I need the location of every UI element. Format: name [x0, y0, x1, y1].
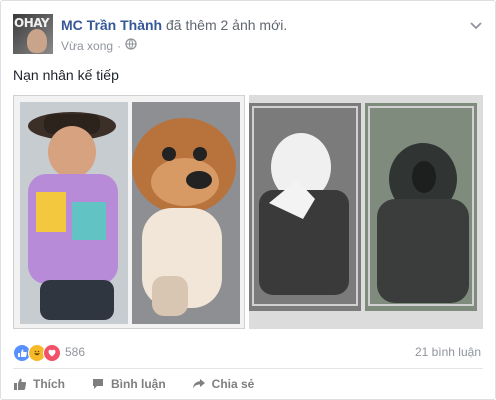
like-button[interactable]: Thích [13, 377, 65, 391]
share-icon [192, 377, 206, 391]
comment-icon [91, 377, 105, 391]
meta-separator: · [117, 38, 122, 53]
avatar-face [27, 29, 47, 53]
post-stats: 586 21 bình luận [13, 341, 483, 363]
comments-count[interactable]: 21 bình luận [415, 345, 481, 359]
post-header: OHAY MC Trần Thành đã thêm 2 ảnh mới. Vừ… [13, 14, 483, 58]
photo-1[interactable] [13, 95, 245, 329]
author-name[interactable]: MC Trần Thành [61, 17, 162, 33]
like-label: Thích [33, 377, 65, 391]
comment-button[interactable]: Bình luận [91, 377, 166, 391]
post-card: OHAY MC Trần Thành đã thêm 2 ảnh mới. Vừ… [0, 0, 496, 400]
post-text: Nạn nhân kế tiếp [13, 67, 119, 83]
post-actions: Thích Bình luận Chia sẻ [13, 372, 483, 396]
post-timestamp[interactable]: Vừa xong [61, 39, 113, 53]
reaction-count[interactable]: 586 [65, 345, 85, 359]
post-meta: Vừa xong · [61, 38, 137, 53]
comment-label: Bình luận [111, 377, 166, 391]
reaction-icons[interactable] [13, 344, 61, 362]
post-action-text: đã thêm 2 ảnh mới. [166, 17, 288, 33]
love-icon [43, 344, 61, 362]
photo-2[interactable] [249, 95, 483, 329]
avatar-watermark: OHAY [14, 16, 50, 30]
author-avatar[interactable]: OHAY [13, 14, 53, 54]
thumbs-up-icon [13, 377, 27, 391]
share-button[interactable]: Chia sẻ [192, 377, 255, 391]
globe-icon[interactable] [125, 38, 137, 53]
share-label: Chia sẻ [211, 377, 255, 391]
post-media [13, 95, 483, 329]
author-line: MC Trần Thành đã thêm 2 ảnh mới. [61, 17, 287, 33]
actions-divider [13, 368, 483, 369]
chevron-down-icon[interactable] [469, 18, 483, 30]
